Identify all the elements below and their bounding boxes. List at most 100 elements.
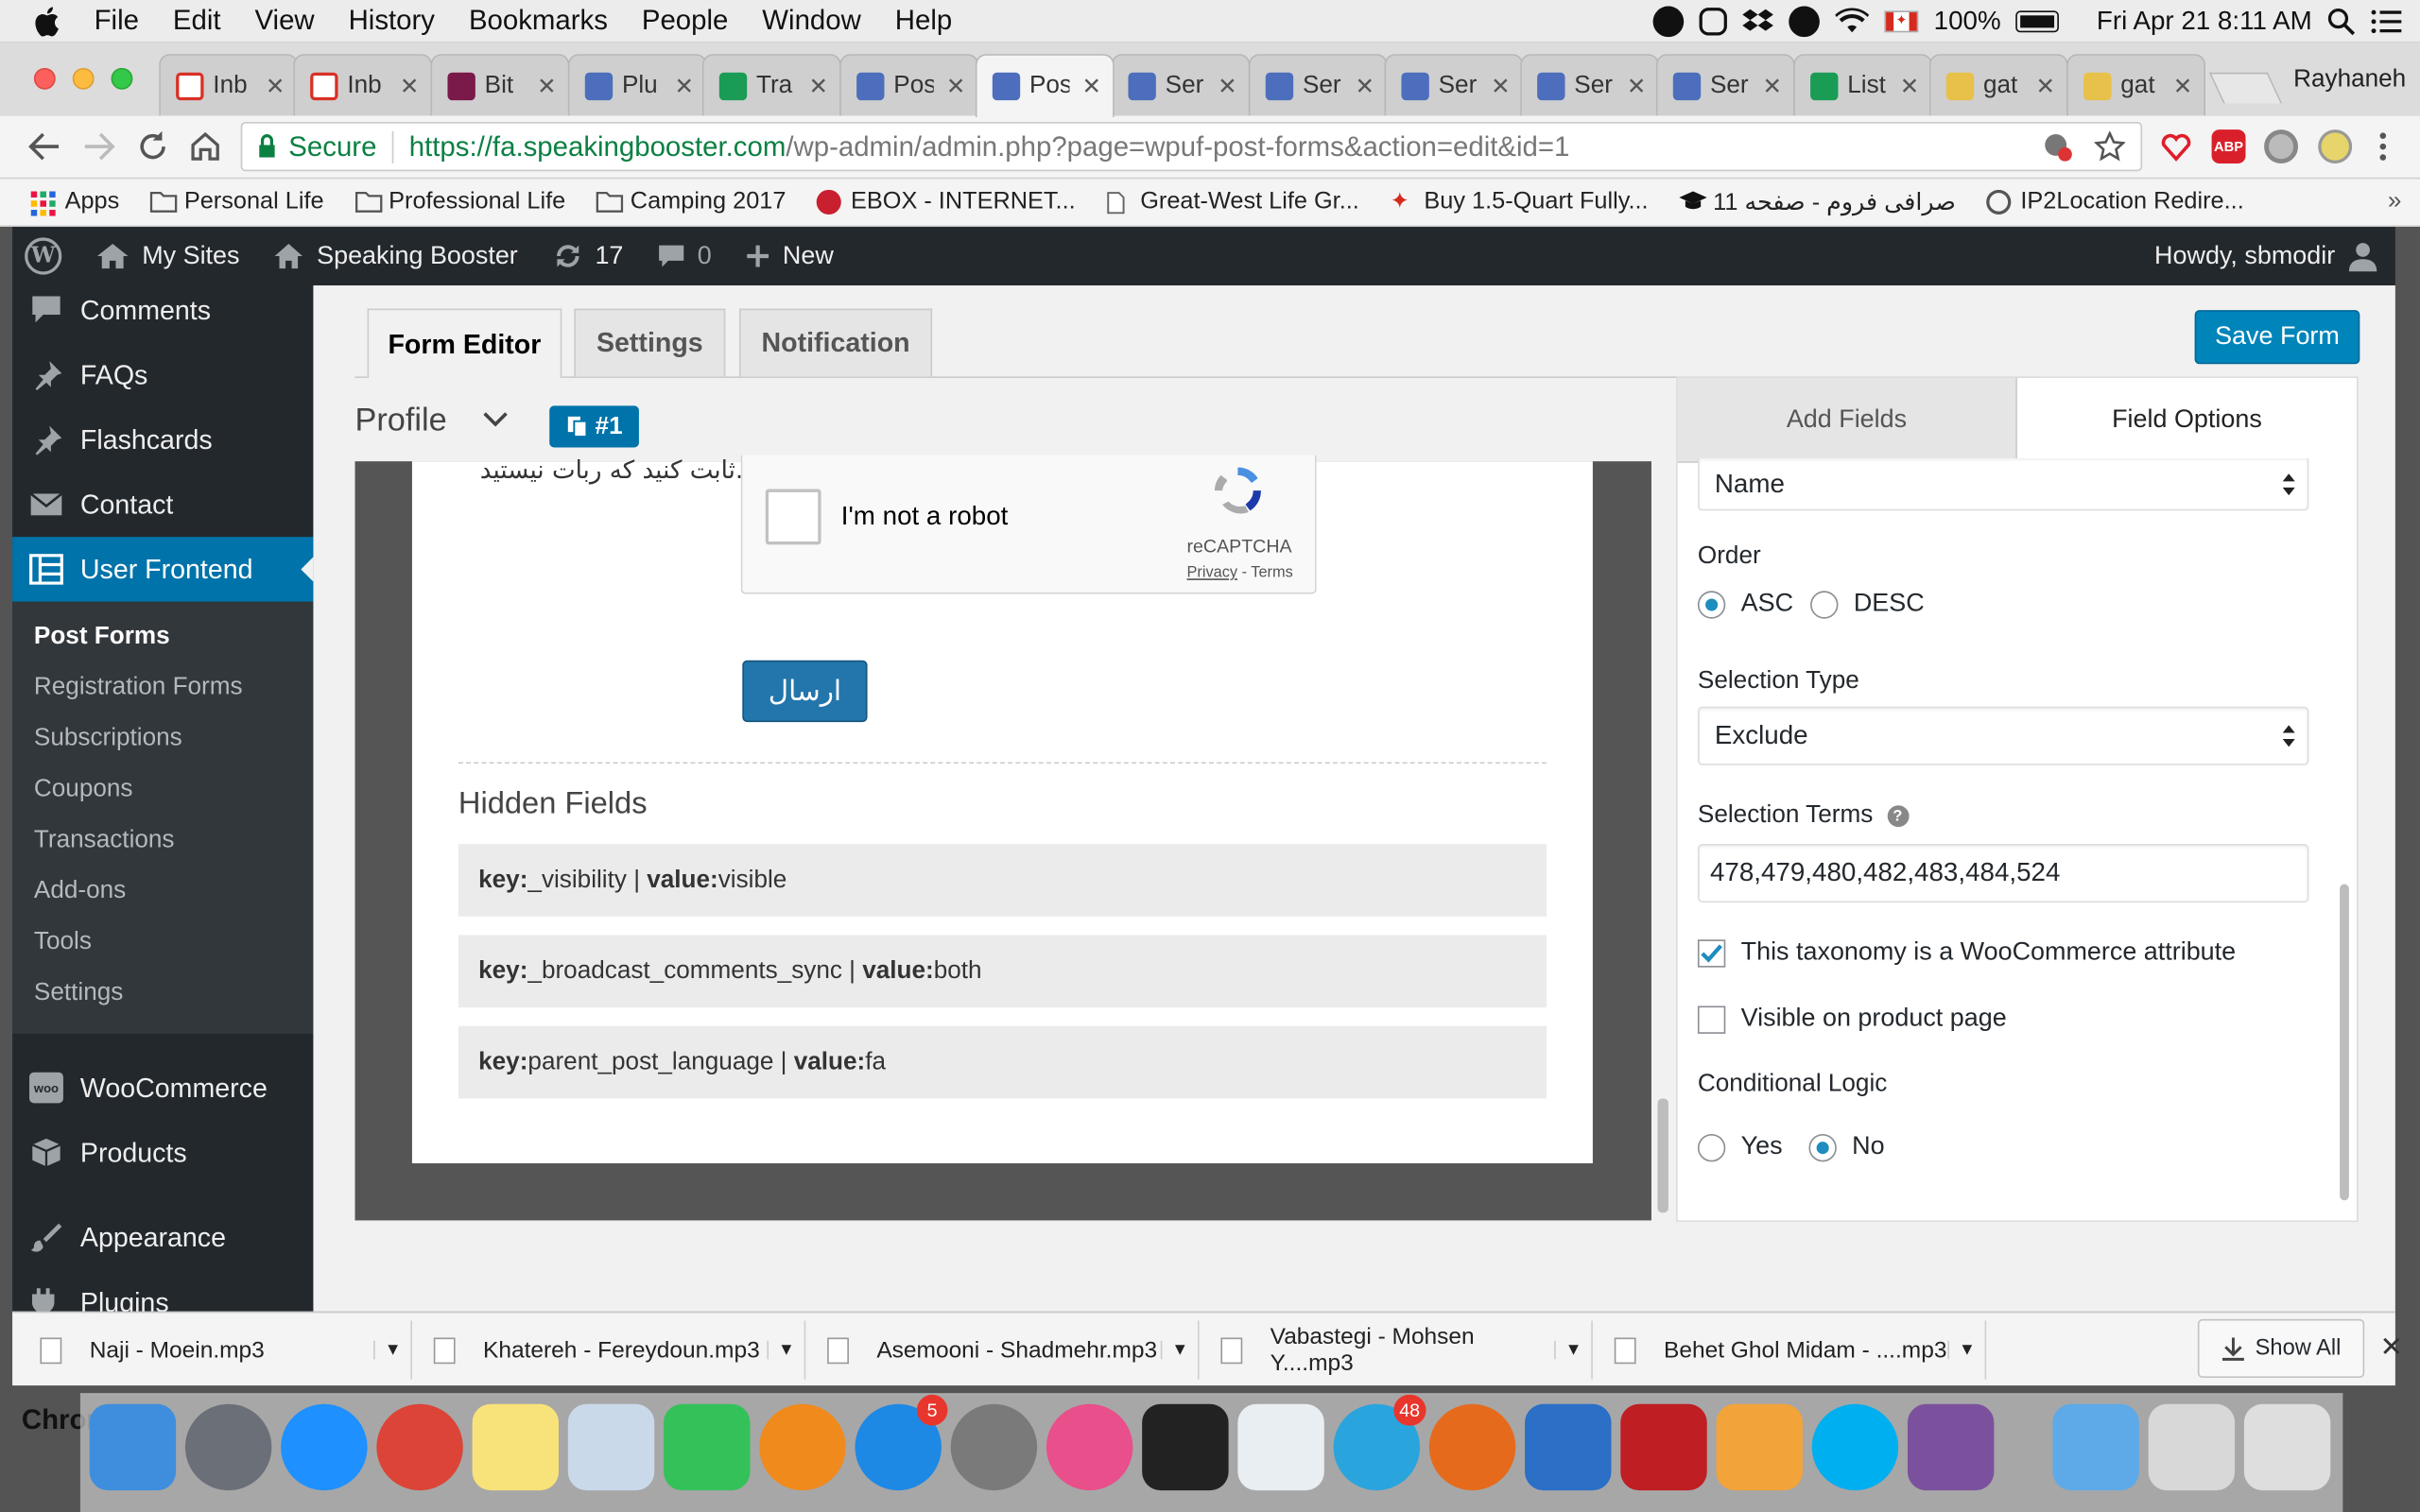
close-tab-icon[interactable]: ✕ <box>946 72 966 100</box>
tab-add-fields[interactable]: Add Fields <box>1677 377 2017 463</box>
account-menu[interactable]: Howdy, sbmodir <box>2137 227 2395 285</box>
submenu-registration-forms[interactable]: Registration Forms <box>34 674 243 701</box>
tab-form-editor[interactable]: Form Editor <box>367 308 562 378</box>
panel-scrollbar[interactable] <box>2340 884 2349 1201</box>
close-tab-icon[interactable]: ✕ <box>2035 72 2055 100</box>
browser-tab[interactable]: gat ✕ <box>1928 54 2068 116</box>
download-menu-chevron-icon[interactable]: ▼ <box>767 1340 795 1360</box>
comments-menu[interactable]: 0 <box>640 227 728 285</box>
spotlight-icon[interactable] <box>2327 7 2356 35</box>
conditional-yes-option[interactable]: Yes <box>1697 1132 1783 1161</box>
window-close-button[interactable] <box>33 67 56 90</box>
download-menu-chevron-icon[interactable]: ▼ <box>1947 1340 1976 1360</box>
skype-icon[interactable] <box>1811 1403 1899 1491</box>
browser-tab[interactable]: Ser ✕ <box>1248 54 1388 116</box>
reload-icon[interactable] <box>136 129 170 163</box>
recaptcha-terms-link[interactable]: Terms <box>1251 565 1292 582</box>
wp-logo-menu[interactable]: W <box>12 227 78 285</box>
submenu-tools[interactable]: Tools <box>34 929 92 956</box>
submenu-subscriptions[interactable]: Subscriptions <box>34 725 182 752</box>
download-item[interactable]: Asemooni - Shadmehr.mp3 ▼ <box>805 1320 1200 1380</box>
close-tab-icon[interactable]: ✕ <box>400 72 420 100</box>
sidebar-item-user-frontend[interactable]: User Frontend <box>12 537 314 602</box>
close-tab-icon[interactable]: ✕ <box>1491 72 1511 100</box>
browser-tab[interactable]: Pos ✕ <box>975 54 1115 118</box>
xcode-icon[interactable] <box>1525 1403 1612 1491</box>
safari-icon[interactable] <box>281 1403 368 1491</box>
order-asc-radio[interactable] <box>1697 590 1726 618</box>
bookmark-apps[interactable]: Apps <box>0 188 135 216</box>
menu-file[interactable]: File <box>78 5 156 37</box>
numbers-icon[interactable] <box>1237 1403 1324 1491</box>
translate-blocked-icon[interactable] <box>2042 131 2073 163</box>
screenshots-stack-icon[interactable] <box>2148 1403 2236 1491</box>
close-tab-icon[interactable]: ✕ <box>2173 72 2193 100</box>
dropbox-icon[interactable] <box>1742 7 1773 34</box>
app-name[interactable]: Chrome <box>0 1404 127 1490</box>
sidebar-item-plugins[interactable]: Plugins <box>12 1270 313 1312</box>
profile-name[interactable]: Rayhaneh <box>2293 66 2406 94</box>
save-form-button[interactable]: Save Form <box>2194 310 2360 365</box>
launchpad-icon[interactable] <box>184 1403 272 1491</box>
system-preferences-icon[interactable] <box>950 1403 1038 1491</box>
close-tab-icon[interactable]: ✕ <box>1081 73 1101 100</box>
menu-bookmarks[interactable]: Bookmarks <box>452 5 625 37</box>
submenu-coupons[interactable]: Coupons <box>34 776 133 803</box>
back-icon[interactable] <box>27 131 61 163</box>
sidebar-item-products[interactable]: Products <box>12 1120 313 1185</box>
browser-tab[interactable]: Ser ✕ <box>1655 54 1795 116</box>
download-menu-chevron-icon[interactable]: ▼ <box>373 1340 401 1360</box>
menu-window[interactable]: Window <box>745 5 877 37</box>
filezilla-icon[interactable] <box>1620 1403 1707 1491</box>
download-item[interactable]: Behet Ghol Midam - ....mp3 ▼ <box>1593 1320 1987 1380</box>
download-menu-chevron-icon[interactable]: ▼ <box>1554 1340 1582 1360</box>
sidebar-item-flashcards[interactable]: Flashcards <box>12 407 313 472</box>
app-store-icon[interactable]: 5 <box>855 1394 948 1491</box>
visible-on-product-option[interactable]: Visible on product page <box>1697 1005 2007 1034</box>
bookmark-folder-personal-life[interactable]: Personal Life <box>135 188 339 215</box>
firefox-icon[interactable] <box>1428 1403 1516 1491</box>
selection-terms-input[interactable]: 478,479,480,482,483,484,524 <box>1697 844 2309 903</box>
order-desc-radio[interactable] <box>1810 590 1839 618</box>
bookmarks-overflow-icon[interactable]: » <box>2388 188 2420 215</box>
close-tab-icon[interactable]: ✕ <box>809 72 829 100</box>
download-item[interactable]: Naji - Moein.mp3 ▼ <box>19 1320 412 1380</box>
bookmark-great-west-life[interactable]: Great-West Life Gr... <box>1091 188 1374 215</box>
extension-camera-icon[interactable] <box>2264 129 2299 164</box>
browser-tab[interactable]: Pos ✕ <box>839 54 979 116</box>
bookmark-ebox[interactable]: EBOX - INTERNET... <box>802 188 1091 215</box>
battery-icon[interactable] <box>2016 9 2060 32</box>
hidden-field-row[interactable]: key: parent_post_language | value: fa <box>458 1025 1547 1099</box>
adblock-plus-icon[interactable]: ABP <box>2211 129 2246 164</box>
telegram-status-icon[interactable] <box>1789 5 1820 37</box>
conditional-yes-radio[interactable] <box>1697 1133 1726 1161</box>
bookmark-sarafi-forum[interactable]: 11 صرافی فروم - صفحه <box>1664 187 1971 216</box>
browser-tab[interactable]: Tra ✕ <box>701 54 841 116</box>
preview-scrollbar[interactable] <box>1657 1098 1668 1213</box>
browser-tab[interactable]: Plu ✕ <box>567 54 707 116</box>
notes-icon[interactable] <box>472 1403 560 1491</box>
submenu-add-ons[interactable]: Add-ons <box>34 878 126 905</box>
clock-datetime[interactable]: Fri Apr 21 8:11 AM <box>2097 6 2312 37</box>
woocommerce-attribute-option[interactable]: This taxonomy is a WooCommerce attribute <box>1697 938 2236 968</box>
browser-tab[interactable]: Ser ✕ <box>1520 54 1660 116</box>
window-zoom-button[interactable] <box>111 67 133 90</box>
tab-field-options[interactable]: Field Options <box>2017 378 2357 463</box>
submenu-transactions[interactable]: Transactions <box>34 827 175 854</box>
browser-tab[interactable]: Inb ✕ <box>293 54 433 116</box>
chrome-menu-icon[interactable] <box>2377 129 2389 163</box>
extension-heart-icon[interactable] <box>2161 131 2192 163</box>
download-item[interactable]: Vabastegi - Mohsen Y....mp3 ▼ <box>1200 1320 1593 1380</box>
viber-icon[interactable] <box>1907 1403 1995 1491</box>
recaptcha-checkbox[interactable] <box>765 489 821 545</box>
sidebar-item-woocommerce[interactable]: woo WooCommerce <box>12 1056 313 1121</box>
menu-history[interactable]: History <box>332 5 452 37</box>
hidden-field-row[interactable]: key: _broadcast_comments_sync | value: b… <box>458 935 1547 1008</box>
submenu-settings[interactable]: Settings <box>34 980 123 1007</box>
bookmark-folder-camping-2017[interactable]: Camping 2017 <box>581 188 802 215</box>
message-status-icon[interactable] <box>1699 7 1727 35</box>
help-icon[interactable]: ? <box>1886 805 1909 828</box>
browser-tab[interactable]: List ✕ <box>1793 54 1933 116</box>
menu-edit[interactable]: Edit <box>156 5 238 37</box>
download-menu-chevron-icon[interactable]: ▼ <box>1160 1340 1188 1360</box>
